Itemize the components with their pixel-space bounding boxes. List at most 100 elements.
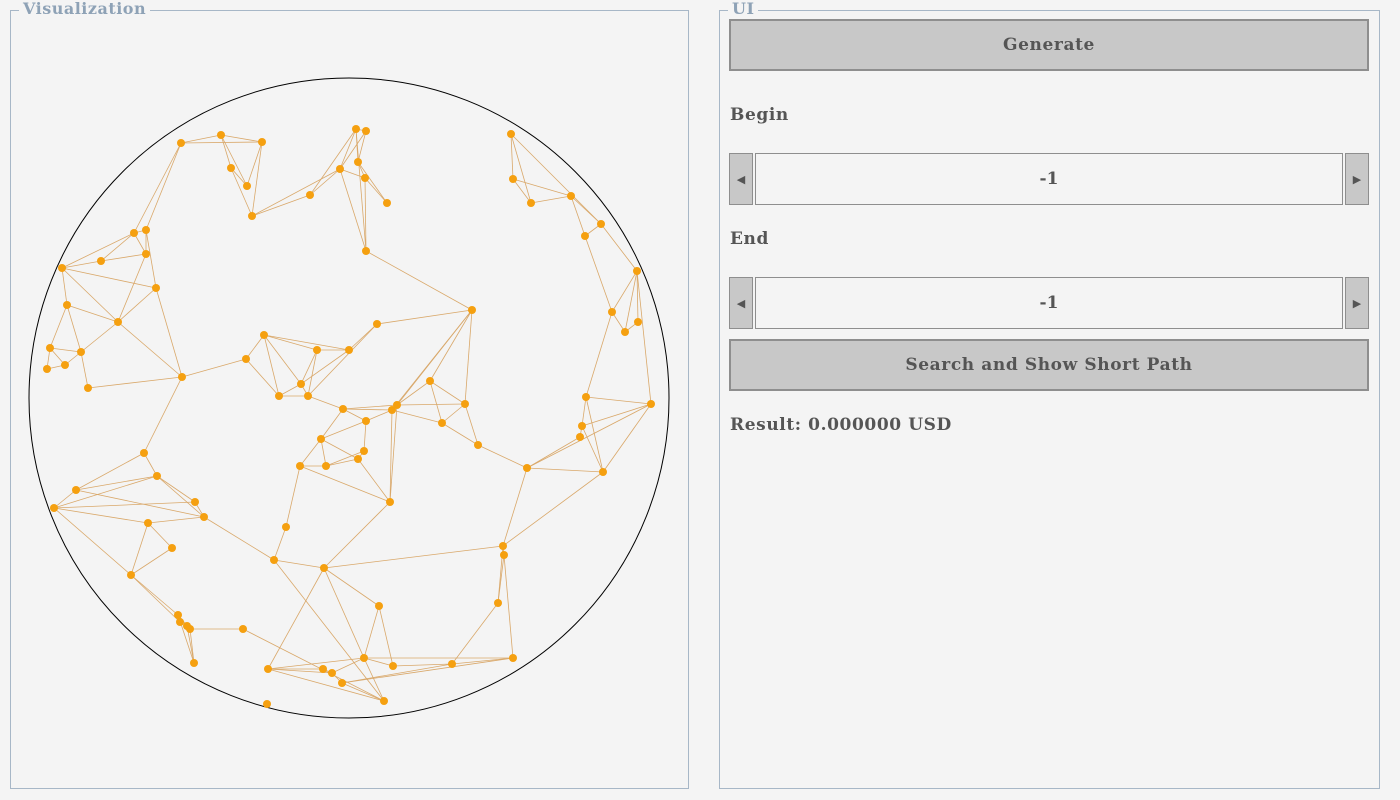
graph-node[interactable] — [177, 139, 185, 147]
graph-node[interactable] — [227, 164, 235, 172]
graph-node[interactable] — [322, 462, 330, 470]
graph-node[interactable] — [320, 564, 328, 572]
graph-node[interactable] — [499, 542, 507, 550]
graph-node[interactable] — [468, 306, 476, 314]
graph-node[interactable] — [567, 192, 575, 200]
graph-node[interactable] — [114, 318, 122, 326]
graph-node[interactable] — [509, 654, 517, 662]
graph-node[interactable] — [304, 392, 312, 400]
graph-node[interactable] — [144, 519, 152, 527]
graph-node[interactable] — [191, 498, 199, 506]
graph-node[interactable] — [581, 232, 589, 240]
graph-node[interactable] — [380, 697, 388, 705]
graph-node[interactable] — [361, 174, 369, 182]
graph-node[interactable] — [338, 679, 346, 687]
graph-node[interactable] — [58, 264, 66, 272]
graph-node[interactable] — [217, 131, 225, 139]
graph-node[interactable] — [362, 127, 370, 135]
begin-increment-button[interactable]: ▶ — [1345, 153, 1369, 205]
begin-decrement-button[interactable]: ◀ — [729, 153, 753, 205]
graph-node[interactable] — [354, 455, 362, 463]
graph-node[interactable] — [345, 346, 353, 354]
graph-node[interactable] — [270, 556, 278, 564]
graph-node[interactable] — [72, 486, 80, 494]
graph-node[interactable] — [313, 346, 321, 354]
graph-node[interactable] — [260, 331, 268, 339]
graph-node[interactable] — [97, 257, 105, 265]
graph-node[interactable] — [386, 498, 394, 506]
graph-node[interactable] — [336, 165, 344, 173]
graph-node[interactable] — [509, 175, 517, 183]
graph-node[interactable] — [140, 449, 148, 457]
graph-node[interactable] — [190, 659, 198, 667]
end-decrement-button[interactable]: ◀ — [729, 277, 753, 329]
graph-node[interactable] — [507, 130, 515, 138]
generate-button[interactable]: Generate — [729, 19, 1369, 71]
graph-node[interactable] — [375, 602, 383, 610]
begin-value-field[interactable]: -1 — [755, 153, 1343, 205]
graph-node[interactable] — [339, 405, 347, 413]
graph-node[interactable] — [599, 468, 607, 476]
graph-node[interactable] — [523, 464, 531, 472]
graph-node[interactable] — [152, 284, 160, 292]
graph-node[interactable] — [576, 433, 584, 441]
graph-node[interactable] — [243, 182, 251, 190]
graph-node[interactable] — [362, 417, 370, 425]
graph-node[interactable] — [633, 267, 641, 275]
graph-node[interactable] — [130, 229, 138, 237]
graph-node[interactable] — [77, 348, 85, 356]
graph-node[interactable] — [388, 406, 396, 414]
graph-node[interactable] — [578, 422, 586, 430]
graph-node[interactable] — [621, 328, 629, 336]
graph-node[interactable] — [306, 191, 314, 199]
graph-node[interactable] — [46, 344, 54, 352]
graph-node[interactable] — [239, 625, 247, 633]
graph-node[interactable] — [527, 199, 535, 207]
graph-node[interactable] — [389, 662, 397, 670]
graph-node[interactable] — [319, 665, 327, 673]
graph-node[interactable] — [258, 138, 266, 146]
graph-node[interactable] — [174, 611, 182, 619]
graph-node[interactable] — [186, 625, 194, 633]
search-shortest-path-button[interactable]: Search and Show Short Path — [729, 339, 1369, 391]
graph-node[interactable] — [383, 199, 391, 207]
graph-node[interactable] — [373, 320, 381, 328]
graph-node[interactable] — [153, 472, 161, 480]
graph-node[interactable] — [242, 355, 250, 363]
graph-node[interactable] — [352, 125, 360, 133]
graph-node[interactable] — [200, 513, 208, 521]
graph-node[interactable] — [438, 419, 446, 427]
graph-node[interactable] — [582, 393, 590, 401]
graph-node[interactable] — [142, 226, 150, 234]
graph-node[interactable] — [61, 361, 69, 369]
graph-node[interactable] — [142, 250, 150, 258]
graph-node[interactable] — [317, 435, 325, 443]
graph-node[interactable] — [84, 384, 92, 392]
end-value-field[interactable]: -1 — [755, 277, 1343, 329]
graph-node[interactable] — [448, 660, 456, 668]
graph-node[interactable] — [176, 618, 184, 626]
graph-node[interactable] — [474, 441, 482, 449]
graph-node[interactable] — [297, 380, 305, 388]
graph-node[interactable] — [264, 665, 272, 673]
end-increment-button[interactable]: ▶ — [1345, 277, 1369, 329]
graph-node[interactable] — [354, 158, 362, 166]
graph-node[interactable] — [63, 301, 71, 309]
graph-node[interactable] — [608, 308, 616, 316]
graph-node[interactable] — [178, 373, 186, 381]
graph-node[interactable] — [43, 365, 51, 373]
graph-node[interactable] — [461, 400, 469, 408]
graph-node[interactable] — [50, 504, 58, 512]
graph-node[interactable] — [494, 599, 502, 607]
graph-node[interactable] — [647, 400, 655, 408]
graph-node[interactable] — [127, 571, 135, 579]
graph-node[interactable] — [426, 377, 434, 385]
graph-node[interactable] — [597, 220, 605, 228]
graph-node[interactable] — [500, 551, 508, 559]
graph-node[interactable] — [328, 669, 336, 677]
graph-node[interactable] — [168, 544, 176, 552]
graph-node[interactable] — [362, 247, 370, 255]
graph-node[interactable] — [275, 392, 283, 400]
graph-node[interactable] — [360, 447, 368, 455]
graph-node[interactable] — [282, 523, 290, 531]
